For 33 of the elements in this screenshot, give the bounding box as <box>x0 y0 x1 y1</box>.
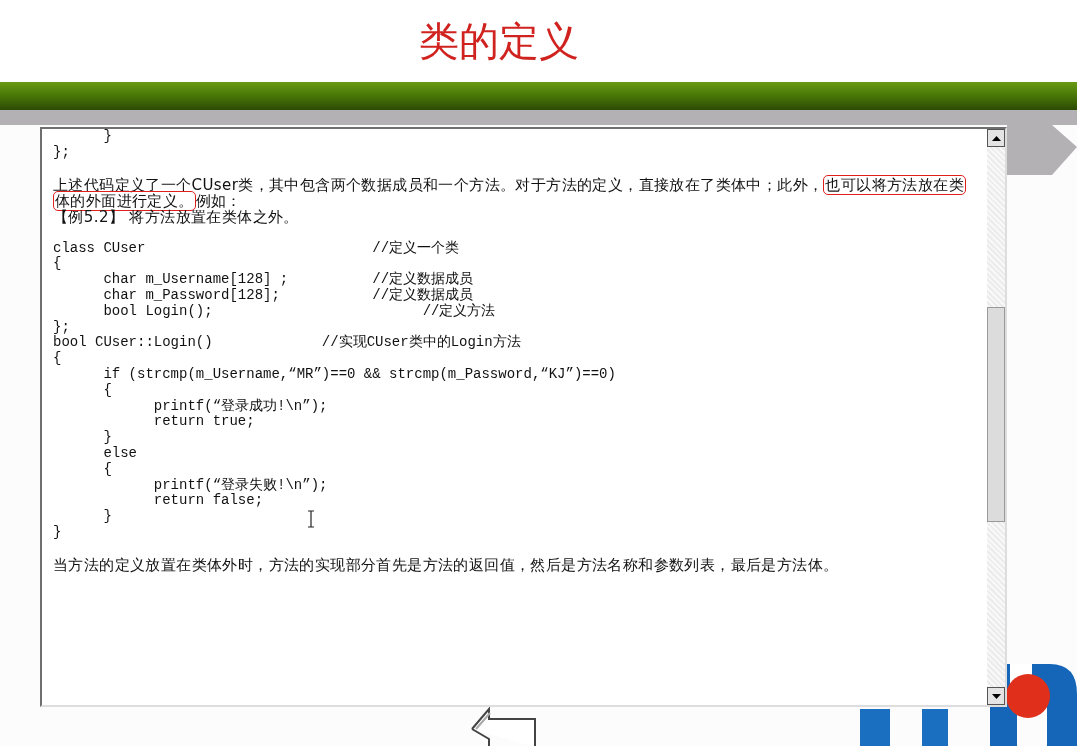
code-line: } <box>102 509 112 525</box>
down-triangle-icon <box>991 693 1001 699</box>
code-line: return false; <box>152 493 264 510</box>
code-line: } <box>53 524 62 541</box>
code-line: { <box>102 382 112 399</box>
code-line: char m_Password[128]; //定义数据成员 <box>102 288 474 303</box>
code-line: class CUser //定义一个类 <box>53 240 460 256</box>
code-line: } <box>102 430 112 446</box>
code-line: else <box>102 445 137 462</box>
code-line: { <box>53 351 62 367</box>
scroll-up-button[interactable] <box>987 129 1005 147</box>
code-line: return true; <box>152 414 255 431</box>
scrollbar[interactable] <box>987 129 1005 705</box>
scroll-down-button[interactable] <box>987 687 1005 705</box>
scroll-thumb[interactable] <box>987 307 1005 522</box>
code-line: }; <box>53 144 70 161</box>
code-line: { <box>53 256 62 273</box>
example-heading: 【例5.2】 将方法放置在类体之外。 <box>53 208 300 225</box>
slide-title: 类的定义 <box>418 16 579 66</box>
chevron-icon <box>1007 125 1077 175</box>
text-cursor-icon <box>307 510 315 528</box>
up-triangle-icon <box>991 135 1001 141</box>
code-line: if (strcmp(m_Username,“MR”)==0 && strcmp(m_Password,“KJ”)==0) <box>102 366 616 383</box>
code-line: }; <box>53 319 70 335</box>
code-line: bool CUser::Login() //实现CUser类中的Login方法 <box>53 335 521 351</box>
code-line: bool Login(); //定义方法 <box>102 303 496 320</box>
code-line: { <box>102 461 112 478</box>
code-line: char m_Username[128] ; //定义数据成员 <box>102 272 474 288</box>
paragraph: 当方法的定义放置在类体外时，方法的实现部分首先是方法的返回值，然后是方法名称和参数列表，最后是方法体。 <box>53 556 840 573</box>
left-arrow-icon[interactable] <box>468 707 539 746</box>
code-line: printf(“登录失败!\n”); <box>152 477 328 493</box>
code-line: printf(“登录成功!\n”); <box>152 398 328 415</box>
code-line: } <box>102 129 112 145</box>
